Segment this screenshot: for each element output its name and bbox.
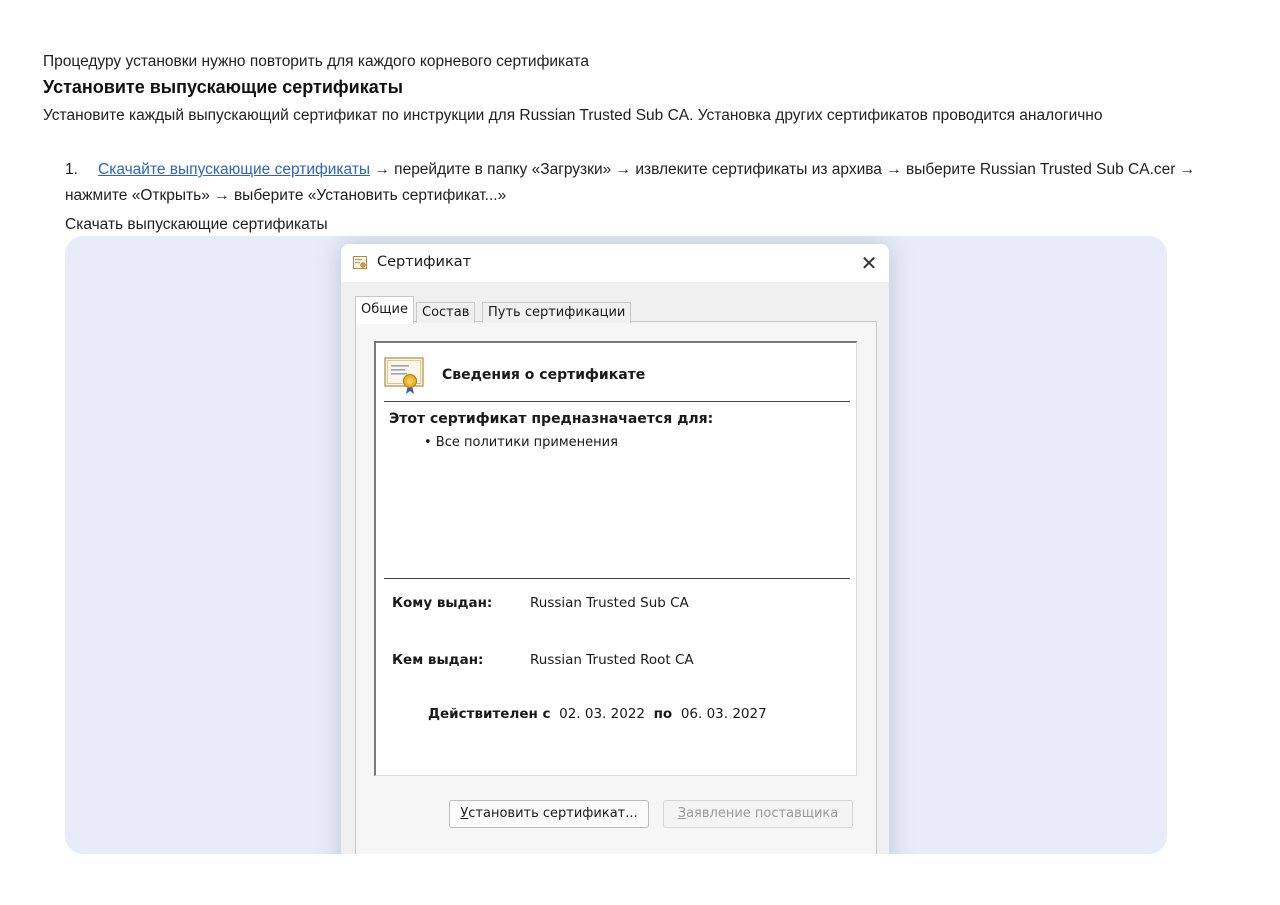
divider bbox=[384, 401, 850, 402]
issuer-label: аявление поставщика bbox=[686, 806, 839, 821]
purpose-item: • Все политики применения bbox=[424, 435, 618, 450]
certificate-info-box: Сведения о сертификате Этот сертификат п… bbox=[374, 341, 857, 776]
image-caption: Скачать выпускающие сертификаты bbox=[65, 216, 328, 233]
certificate-large-icon bbox=[384, 357, 424, 394]
issued-to-label: Кому выдан: bbox=[392, 595, 493, 611]
issued-by-label: Кем выдан: bbox=[392, 652, 484, 668]
valid-from-label: Действителен с bbox=[428, 706, 551, 722]
close-icon: ✕ bbox=[860, 251, 878, 275]
install-certificate-button[interactable]: Установить сертификат... bbox=[449, 800, 649, 828]
issuer-statement-button[interactable]: Заявление поставщика bbox=[663, 800, 853, 828]
info-heading: Сведения о сертификате bbox=[442, 367, 646, 383]
divider bbox=[384, 578, 850, 579]
tab-general[interactable]: Общие bbox=[355, 296, 414, 324]
valid-from-date: 02. 03. 2022 bbox=[559, 706, 646, 722]
step-item: 1. Скачайте выпускающие сертификаты → пер… bbox=[65, 157, 1235, 209]
certificate-dialog: Сертификат ✕ Общие Состав Путь сертифика… bbox=[341, 244, 889, 854]
validity-period: Действителен с 02. 03. 2022 по 06. 03. 2… bbox=[428, 706, 767, 722]
section-heading: Установите выпускающие сертификаты bbox=[43, 77, 403, 97]
certificate-icon bbox=[353, 256, 367, 269]
issued-by-value: Russian Trusted Root CA bbox=[530, 652, 694, 668]
tab-details[interactable]: Состав bbox=[416, 302, 476, 323]
screenshot-frame: Сертификат ✕ Общие Состав Путь сертифика… bbox=[65, 236, 1167, 854]
section-paragraph: Установите каждый выпускающий сертификат… bbox=[43, 107, 1103, 124]
purpose-title: Этот сертификат предназначается для: bbox=[389, 411, 714, 427]
dialog-title: Сертификат bbox=[377, 254, 472, 270]
close-button[interactable]: ✕ bbox=[849, 244, 889, 282]
install-label: становить сертификат... bbox=[468, 806, 638, 821]
tab-certification-path[interactable]: Путь сертификации bbox=[482, 302, 632, 323]
step-number: 1. bbox=[65, 161, 78, 178]
download-link[interactable]: Скачайте выпускающие сертификаты bbox=[98, 161, 370, 178]
issuer-accelerator: З bbox=[677, 806, 687, 821]
issued-to-value: Russian Trusted Sub CA bbox=[530, 595, 689, 611]
valid-to-label: по bbox=[653, 706, 673, 722]
valid-to-date: 06. 03. 2027 bbox=[680, 706, 767, 722]
dialog-titlebar: Сертификат ✕ bbox=[341, 244, 889, 282]
intro-text: Процедуру установки нужно повторить для … bbox=[43, 53, 589, 70]
